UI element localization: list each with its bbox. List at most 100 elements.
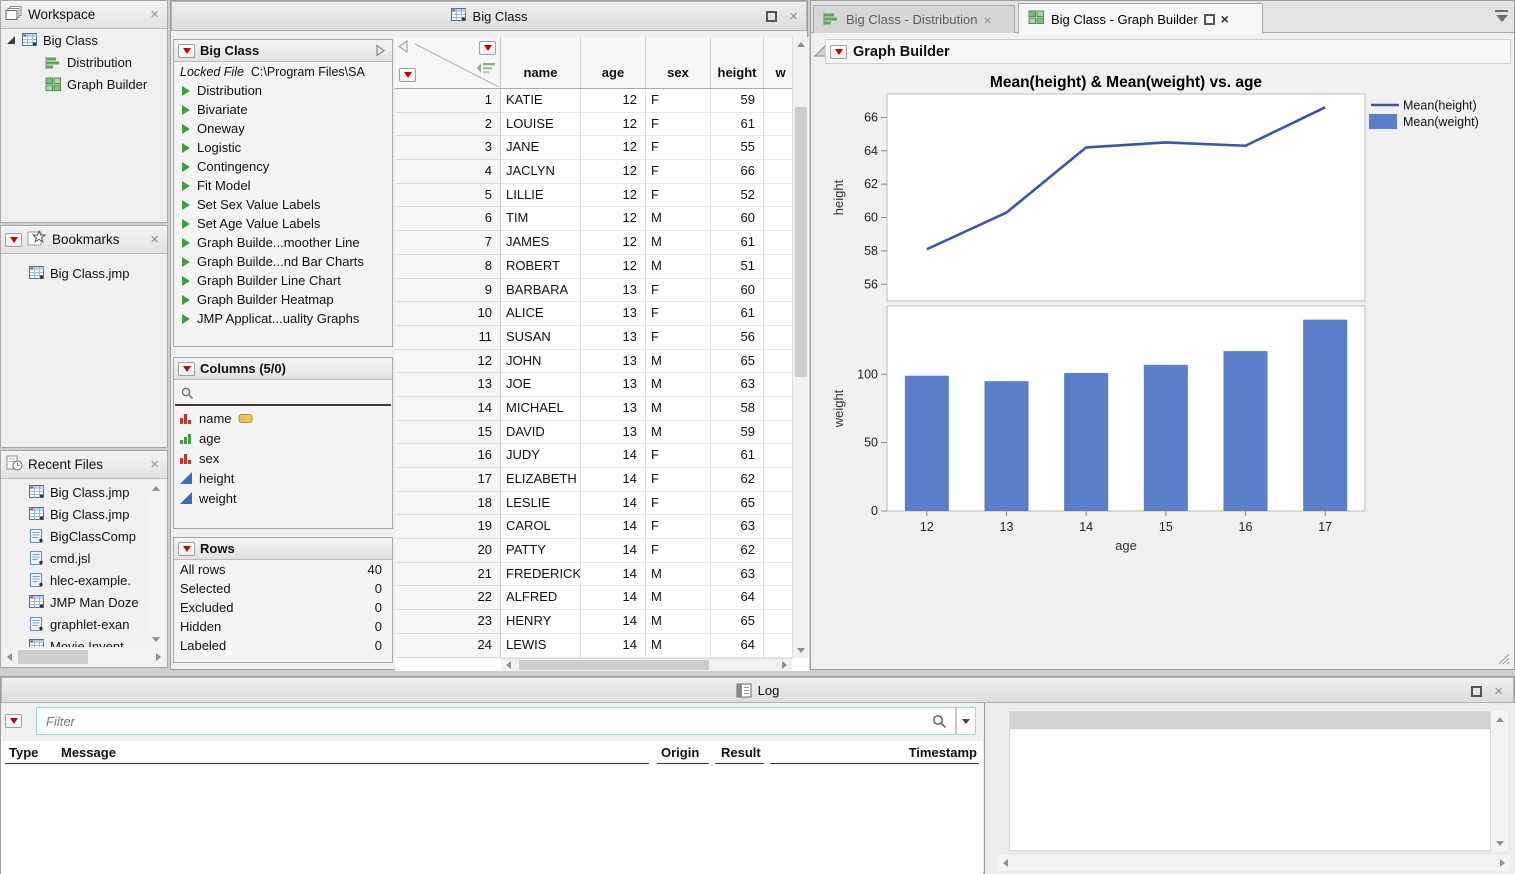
row-stat[interactable]: Hidden0 [174,617,392,636]
recent-files-vscrollbar[interactable] [147,481,164,647]
expand-right-icon[interactable] [374,44,386,57]
maximize-icon[interactable] [1471,686,1482,697]
log-col-origin[interactable]: Origin [661,745,699,760]
tab-big-class-distribution[interactable]: Big Class - Distribution × [813,5,1015,33]
log-detail-content[interactable] [1009,711,1491,851]
row-number[interactable]: 15 [395,421,501,445]
row-number[interactable]: 13 [395,373,501,397]
row-stat[interactable]: Labeled0 [174,636,392,655]
table-row[interactable]: 22 ALFRED 14 M 64 [395,586,809,610]
recent-file-item[interactable]: graphlet-exan [3,613,147,635]
row-number[interactable]: 20 [395,539,501,563]
log-col-timestamp[interactable]: Timestamp [909,745,977,760]
table-row[interactable]: 7 JAMES 12 M 61 [395,231,809,255]
grid-column-header[interactable]: age [581,37,646,88]
row-number[interactable]: 12 [395,350,501,374]
table-row[interactable]: 3 JANE 12 F 55 [395,136,809,160]
row-number[interactable]: 8 [395,255,501,279]
row-number[interactable]: 2 [395,113,501,137]
log-col-type[interactable]: Type [9,745,38,760]
row-number[interactable]: 14 [395,397,501,421]
table-row[interactable]: 17 ELIZABETH 14 F 62 [395,468,809,492]
table-row[interactable]: 2 LOUISE 12 F 61 [395,113,809,137]
workspace-root-item[interactable]: Big Class [1,29,167,51]
table-script-item[interactable]: Graph Builde...nd Bar Charts [174,252,392,271]
column-item[interactable]: age [174,428,392,448]
row-number[interactable]: 3 [395,136,501,160]
table-script-item[interactable]: Graph Builder Heatmap [174,290,392,309]
scrollbar-thumb[interactable] [795,107,807,377]
close-icon[interactable]: × [150,7,159,22]
table-script-item[interactable]: Fit Model [174,176,392,195]
log-detail-vscrollbar[interactable] [1491,711,1508,851]
filter-dropdown-icon[interactable] [956,707,976,735]
table-script-item[interactable]: Set Sex Value Labels [174,195,392,214]
grid-column-header[interactable]: w [764,37,792,88]
table-script-item[interactable]: Contingency [174,157,392,176]
red-triangle-menu[interactable] [5,714,22,728]
column-item[interactable]: height [174,468,392,488]
data-window-titlebar[interactable]: Big Class × [171,1,807,31]
log-window-titlebar[interactable]: Log × [1,677,1514,703]
row-number[interactable]: 5 [395,184,501,208]
table-row[interactable]: 10 ALICE 13 F 61 [395,302,809,326]
table-script-item[interactable]: Graph Builde...moother Line [174,233,392,252]
row-number[interactable]: 18 [395,492,501,516]
table-row[interactable]: 9 BARBARA 13 F 60 [395,279,809,303]
table-row[interactable]: 8 ROBERT 12 M 51 [395,255,809,279]
resize-grip[interactable] [1496,651,1510,665]
recent-file-item[interactable]: hlec-example. [3,569,147,591]
grid-vscrollbar[interactable] [792,37,809,658]
bookmark-item[interactable]: Big Class.jmp [1,262,167,284]
row-number[interactable]: 11 [395,326,501,350]
table-script-item[interactable]: Distribution [174,81,392,100]
red-triangle-menu[interactable] [178,362,195,376]
row-stat[interactable]: Excluded0 [174,598,392,617]
table-row[interactable]: 24 LEWIS 14 M 64 [395,634,809,658]
table-row[interactable]: 13 JOE 13 M 63 [395,373,809,397]
row-number[interactable]: 16 [395,444,501,468]
workspace-child-item[interactable]: Graph Builder [1,73,167,95]
scrollbar-thumb[interactable] [18,650,88,664]
row-number[interactable]: 22 [395,586,501,610]
log-filter-input[interactable] [36,707,956,735]
recent-file-item[interactable]: BigClassComp [3,525,147,547]
table-row[interactable]: 4 JACLYN 12 F 66 [395,160,809,184]
table-row[interactable]: 5 LILLIE 12 F 52 [395,184,809,208]
recent-file-item[interactable]: JMP Man Doze [3,591,147,613]
grid-hscrollbar[interactable] [501,658,792,671]
close-icon[interactable]: × [789,9,798,24]
workspace-child-item[interactable]: Distribution [1,51,167,73]
table-script-item[interactable]: Bivariate [174,100,392,119]
recent-file-item[interactable]: Movie Invent [3,635,147,647]
table-row[interactable]: 15 DAVID 13 M 59 [395,421,809,445]
graph-builder-chart[interactable]: Mean(height) & Mean(weight) vs. age56586… [811,1,1515,671]
table-row[interactable]: 23 HENRY 14 M 65 [395,610,809,634]
table-row[interactable]: 19 CAROL 14 F 63 [395,515,809,539]
table-row[interactable]: 20 PATTY 14 F 62 [395,539,809,563]
column-item[interactable]: weight [174,488,392,508]
grid-corner-cell[interactable] [395,37,501,88]
row-number[interactable]: 7 [395,231,501,255]
grid-column-header[interactable]: name [501,37,581,88]
table-row[interactable]: 1 KATIE 12 F 59 [395,89,809,113]
close-icon[interactable]: × [1221,12,1229,26]
table-row[interactable]: 14 MICHAEL 13 M 58 [395,397,809,421]
table-row[interactable]: 18 LESLIE 14 F 65 [395,492,809,516]
table-script-item[interactable]: Logistic [174,138,392,157]
row-number[interactable]: 1 [395,89,501,113]
table-row[interactable]: 21 FREDERICK 14 M 63 [395,563,809,587]
row-number[interactable]: 23 [395,610,501,634]
rows-red-triangle-menu[interactable] [399,68,416,82]
tab-list-dropdown-icon[interactable] [1495,10,1508,23]
close-icon[interactable]: × [1494,684,1503,699]
search-icon[interactable] [931,713,948,730]
maximize-icon[interactable] [766,11,777,22]
red-triangle-menu[interactable] [830,45,847,59]
table-row[interactable]: 12 JOHN 13 M 65 [395,350,809,374]
maximize-icon[interactable] [1204,14,1215,25]
log-col-message[interactable]: Message [61,745,116,760]
log-col-result[interactable]: Result [721,745,761,760]
row-number[interactable]: 24 [395,634,501,658]
row-number[interactable]: 9 [395,279,501,303]
